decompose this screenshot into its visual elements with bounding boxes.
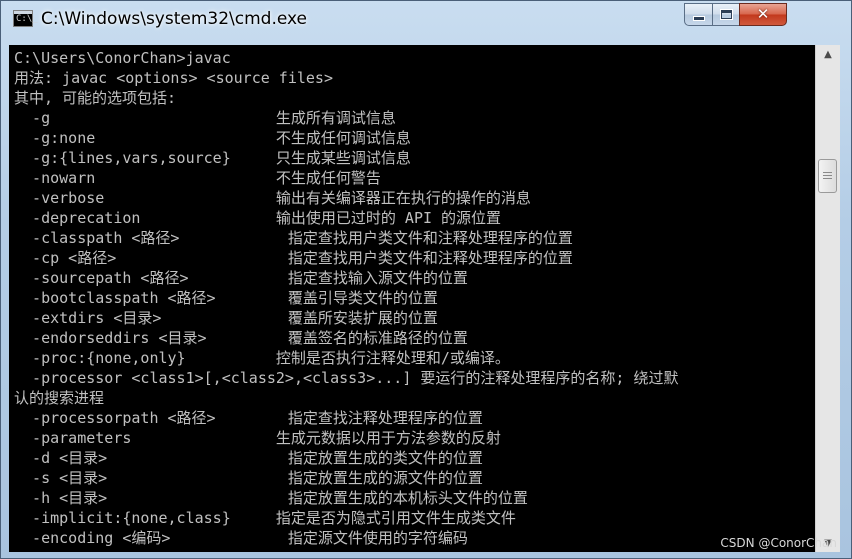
console-line: -processorpath <路径> 指定查找注释处理程序的位置 (14, 409, 483, 427)
grip-line (823, 172, 832, 174)
console-line: C:\Users\ConorChan>javac (14, 49, 231, 67)
console-app-icon-prompt: C:\_ (16, 14, 38, 24)
window-title: C:\Windows\system32\cmd.exe (41, 9, 308, 29)
console-line: -g:{lines,vars,source} 只生成某些调试信息 (14, 149, 411, 167)
console-line: -verbose 输出有关编译器正在执行的操作的消息 (14, 189, 531, 207)
console-app-icon[interactable]: C:\_ (13, 10, 38, 27)
console-line: -extdirs <目录> 覆盖所安装扩展的位置 (14, 309, 438, 327)
console-line: -h <目录> 指定放置生成的本机标头文件的位置 (14, 489, 528, 507)
console-line: -endorseddirs <目录> 覆盖签名的标准路径的位置 (14, 329, 468, 347)
scroll-up-button[interactable]: ▲ (816, 45, 840, 63)
console-line: 其中, 可能的选项包括: (14, 89, 177, 107)
close-button[interactable]: ✕ (739, 3, 787, 26)
console-output[interactable]: C:\Users\ConorChan>javac 用法: javac <opti… (9, 45, 815, 552)
console-line: -s <目录> 指定放置生成的源文件的位置 (14, 469, 483, 487)
cmd-window: C:\_ C:\Windows\system32\cmd.exe ✕ C:\Us… (0, 0, 852, 559)
console-line: -g:none 不生成任何调试信息 (14, 129, 411, 147)
console-line: -implicit:{none,class} 指定是否为隐式引用文件生成类文件 (14, 509, 516, 527)
console-line: -nowarn 不生成任何警告 (14, 169, 381, 187)
scrollbar-thumb[interactable] (818, 159, 837, 194)
watermark: CSDN @ConorChan (720, 536, 837, 550)
console-line: -bootclasspath <路径> 覆盖引导类文件的位置 (14, 289, 438, 307)
close-icon: ✕ (756, 5, 770, 23)
chevron-up-icon: ▲ (824, 48, 832, 60)
minimize-button[interactable] (684, 3, 713, 26)
console-line: -sourcepath <路径> 指定查找输入源文件的位置 (14, 269, 468, 287)
grip-line (823, 178, 832, 180)
title-bar[interactable]: C:\_ C:\Windows\system32\cmd.exe ✕ (1, 1, 851, 37)
console-line: -d <目录> 指定放置生成的类文件的位置 (14, 449, 483, 467)
maximize-icon (720, 10, 732, 19)
grip-line (823, 175, 832, 177)
maximize-button[interactable] (712, 3, 740, 26)
console-line: -encoding <编码> 指定源文件使用的字符编码 (14, 529, 468, 547)
console-line: -classpath <路径> 指定查找用户类文件和注释处理程序的位置 (14, 229, 573, 247)
console-line: -parameters 生成元数据以用于方法参数的反射 (14, 429, 501, 447)
console-line: -cp <路径> 指定查找用户类文件和注释处理程序的位置 (14, 249, 573, 267)
console-line: 认的搜索进程 (14, 389, 105, 407)
console-line: 用法: javac <options> <source files> (14, 69, 333, 87)
vertical-scrollbar[interactable]: ▲ ▼ (815, 45, 840, 552)
console-line: -g 生成所有调试信息 (14, 109, 396, 127)
console-line: -deprecation 输出使用已过时的 API 的源位置 (14, 209, 502, 227)
minimize-icon (693, 17, 704, 20)
console-line: -proc:{none,only} 控制是否执行注释处理和/或编译。 (14, 349, 510, 367)
console-lines: C:\Users\ConorChan>javac 用法: javac <opti… (14, 48, 678, 548)
console-line: -processor <class1>[,<class2>,<class3>..… (14, 369, 679, 387)
